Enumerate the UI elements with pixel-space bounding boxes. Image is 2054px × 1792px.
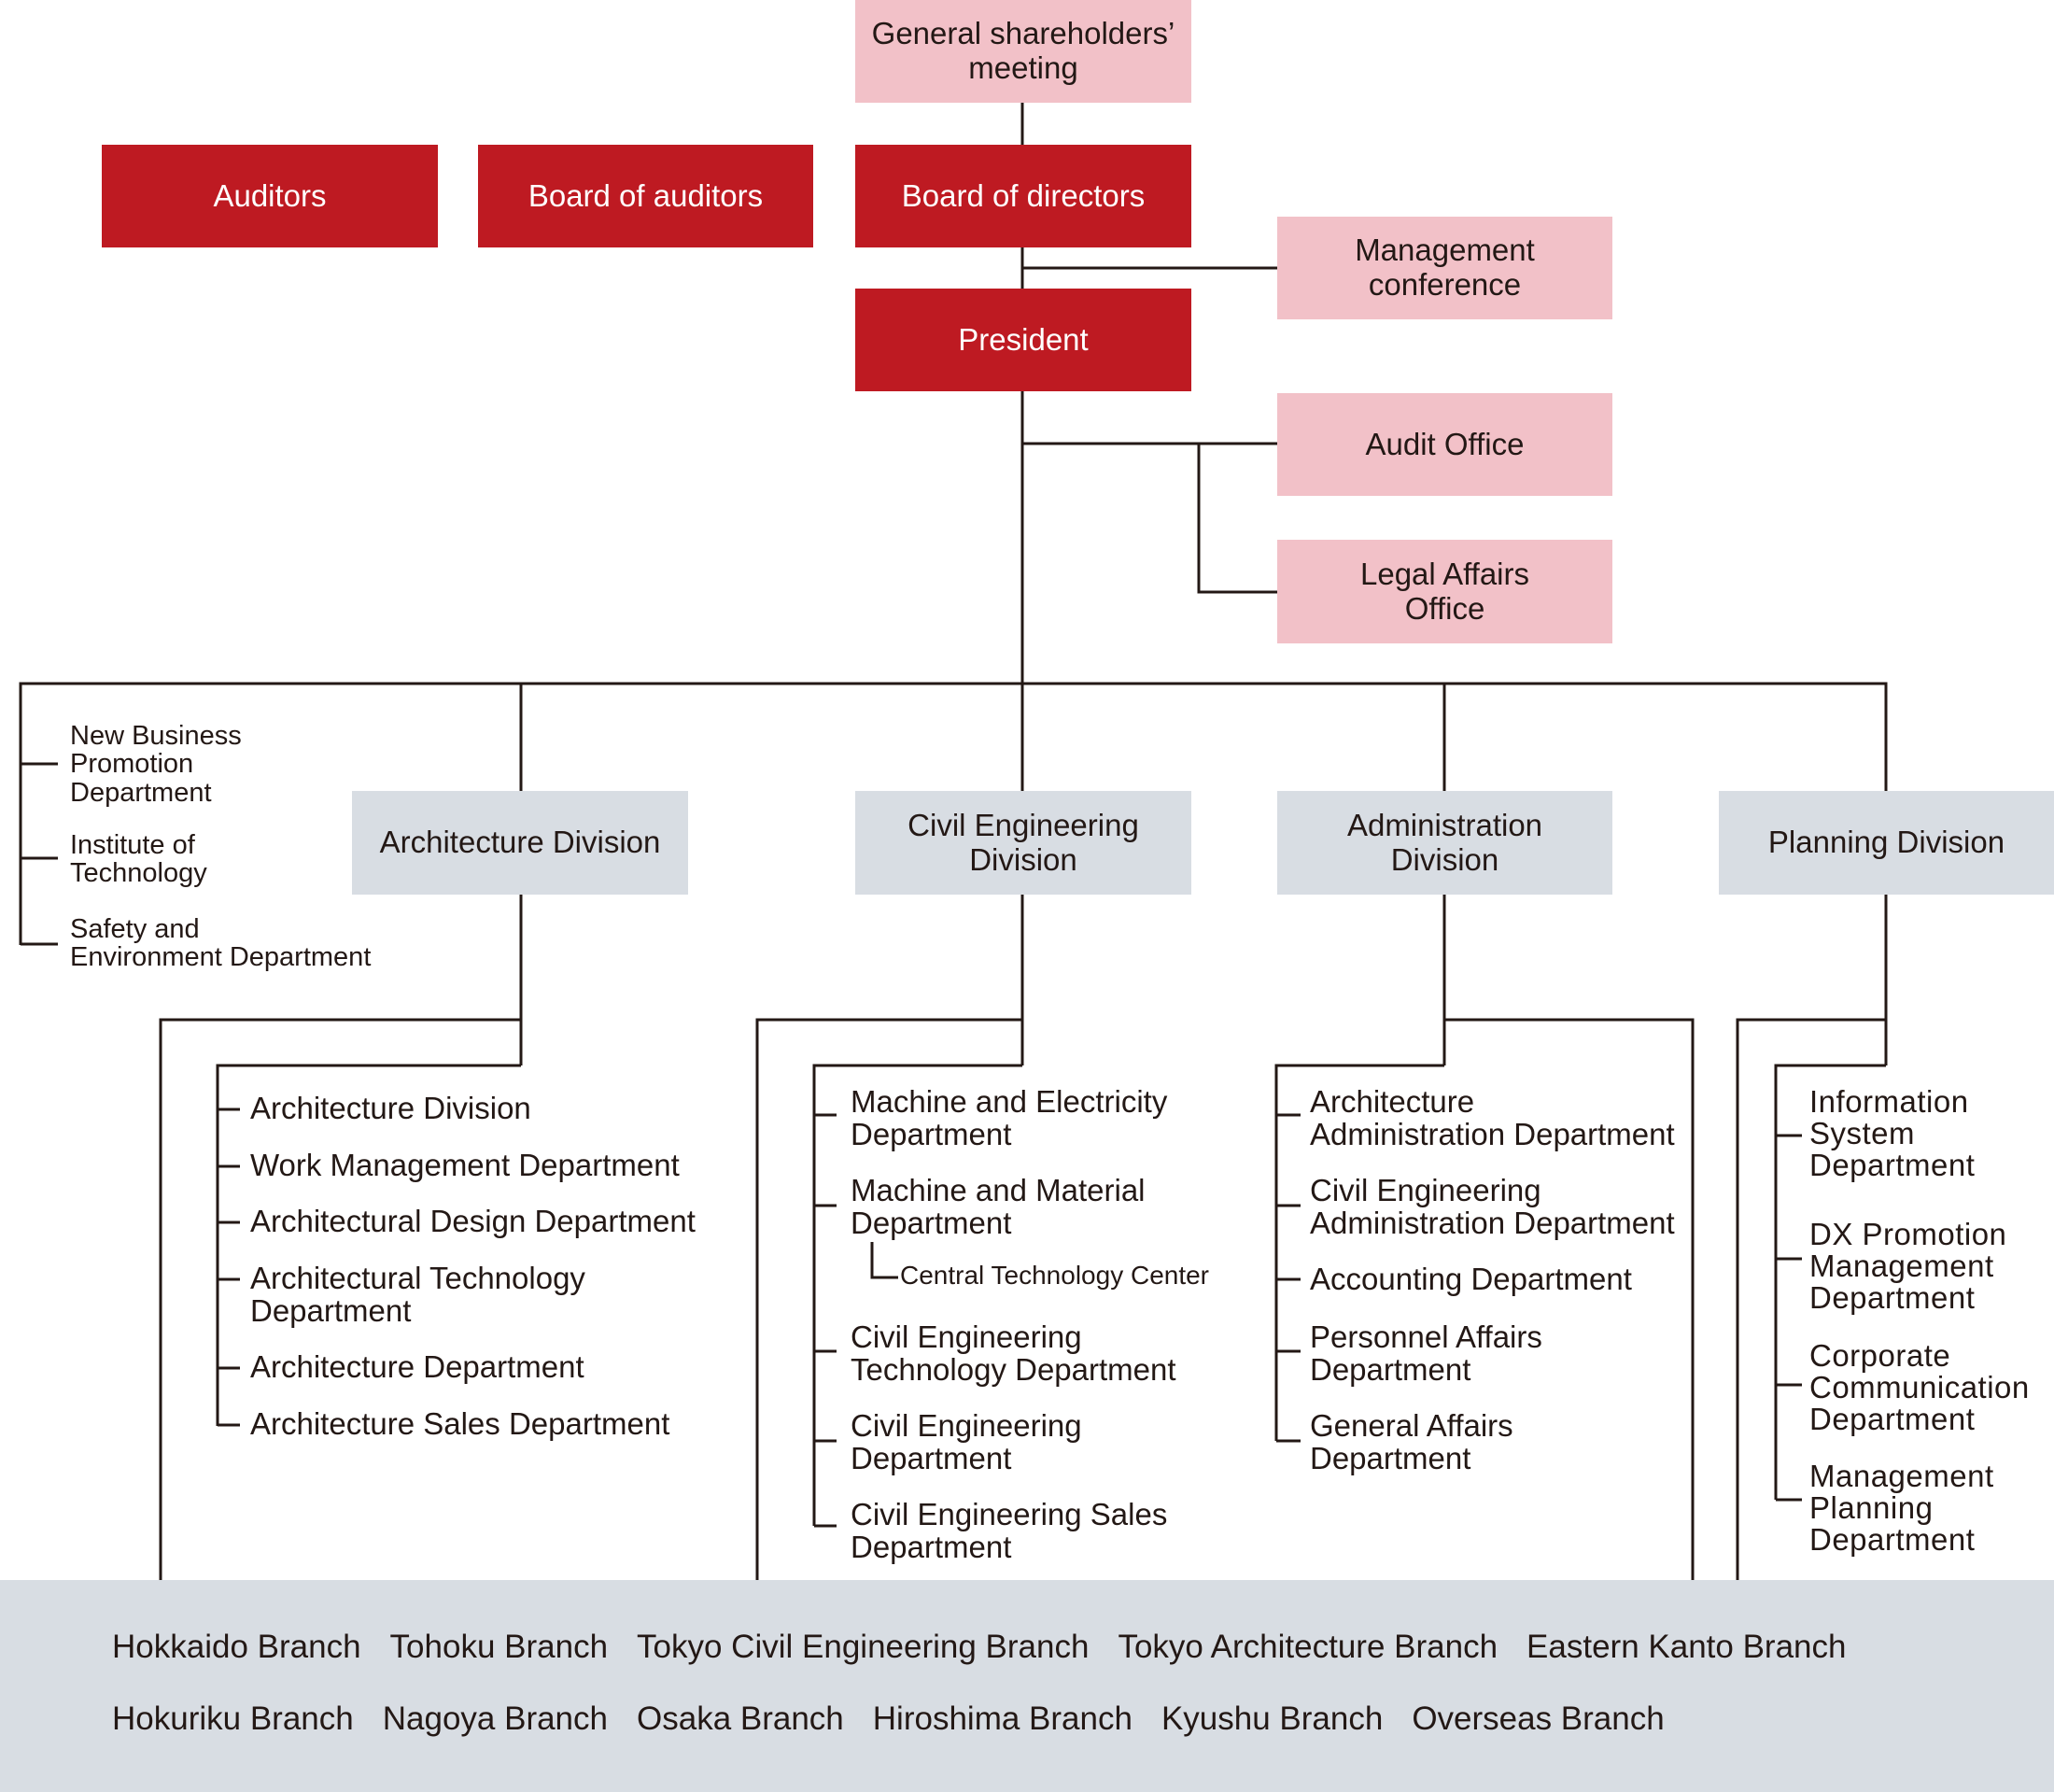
division-planning: Planning Division: [1719, 791, 2054, 895]
branch: Hokkaido Branch: [112, 1629, 361, 1665]
branch: Kyushu Branch: [1161, 1700, 1384, 1737]
management-conference-box: Management conference: [1277, 217, 1612, 319]
civil-dept: Civil Engineering Department: [851, 1408, 1082, 1475]
branch: Osaka Branch: [637, 1700, 844, 1737]
general-shareholders-meeting: General shareholders’ meeting: [855, 0, 1191, 103]
planning-dept: DX Promotion Management Department: [1809, 1217, 2007, 1315]
branch: Hiroshima Branch: [872, 1700, 1133, 1737]
civil-sub-unit: Central Technology Center: [900, 1261, 1210, 1290]
division-architecture: Architecture Division: [352, 791, 688, 895]
auditors-box: Auditors: [102, 145, 438, 247]
admin-dept: General Affairs Department: [1310, 1408, 1513, 1475]
planning-dept: Management Planning Department: [1809, 1459, 1994, 1557]
civil-dept: Civil Engineering Technology Department: [851, 1319, 1176, 1387]
arch-dept: Architecture Department: [250, 1349, 584, 1384]
staff-dept-institute: Institute of Technology: [70, 830, 207, 889]
branch: Tohoku Branch: [389, 1629, 609, 1665]
division-civil-engineering: Civil Engineering Division: [855, 791, 1191, 895]
arch-dept: Architectural Design Department: [250, 1204, 696, 1238]
civil-dept: Machine and Electricity Department: [851, 1084, 1168, 1151]
arch-dept: Architectural Technology Department: [250, 1261, 585, 1328]
branch: Overseas Branch: [1412, 1700, 1665, 1737]
planning-dept: Information System Department: [1809, 1084, 1976, 1182]
branch: Eastern Kanto Branch: [1526, 1629, 1847, 1665]
sub-unit-connector: [870, 1242, 898, 1279]
board-of-directors-box: Board of directors: [855, 145, 1191, 247]
admin-dept: Accounting Department: [1310, 1262, 1632, 1296]
branches-band: [0, 1580, 2054, 1792]
branch: Tokyo Architecture Branch: [1118, 1629, 1498, 1665]
admin-dept: Civil Engineering Administration Departm…: [1310, 1173, 1675, 1240]
admin-dept: Architecture Administration Department: [1310, 1084, 1675, 1151]
branches-row-2: Hokuriku Branch Nagoya Branch Osaka Bran…: [112, 1700, 1694, 1738]
planning-dept: Corporate Communication Department: [1809, 1338, 2030, 1436]
branch: Nagoya Branch: [382, 1700, 608, 1737]
line-to-legal-affairs: [1197, 444, 1277, 594]
legal-affairs-office-box: Legal Affairs Office: [1277, 540, 1612, 643]
civil-dept: Machine and Material Department: [851, 1173, 1146, 1240]
arch-dept: Work Management Department: [250, 1148, 680, 1182]
president-box: President: [855, 289, 1191, 391]
staff-dept-safety: Safety and Environment Department: [70, 914, 372, 973]
civil-dept: Civil Engineering Sales Department: [851, 1497, 1168, 1564]
audit-office-box: Audit Office: [1277, 393, 1612, 496]
admin-dept: Personnel Affairs Department: [1310, 1319, 1542, 1387]
arch-dept: Architecture Division: [250, 1091, 531, 1125]
division-administration: Administration Division: [1277, 791, 1612, 895]
board-of-auditors-box: Board of auditors: [478, 145, 813, 247]
branch: Tokyo Civil Engineering Branch: [637, 1629, 1090, 1665]
branch: Hokuriku Branch: [112, 1700, 354, 1737]
staff-dept-new-business: New Business Promotion Department: [70, 721, 242, 808]
arch-dept: Architecture Sales Department: [250, 1406, 670, 1441]
branches-row-1: Hokkaido Branch Tohoku Branch Tokyo Civi…: [112, 1629, 1875, 1666]
